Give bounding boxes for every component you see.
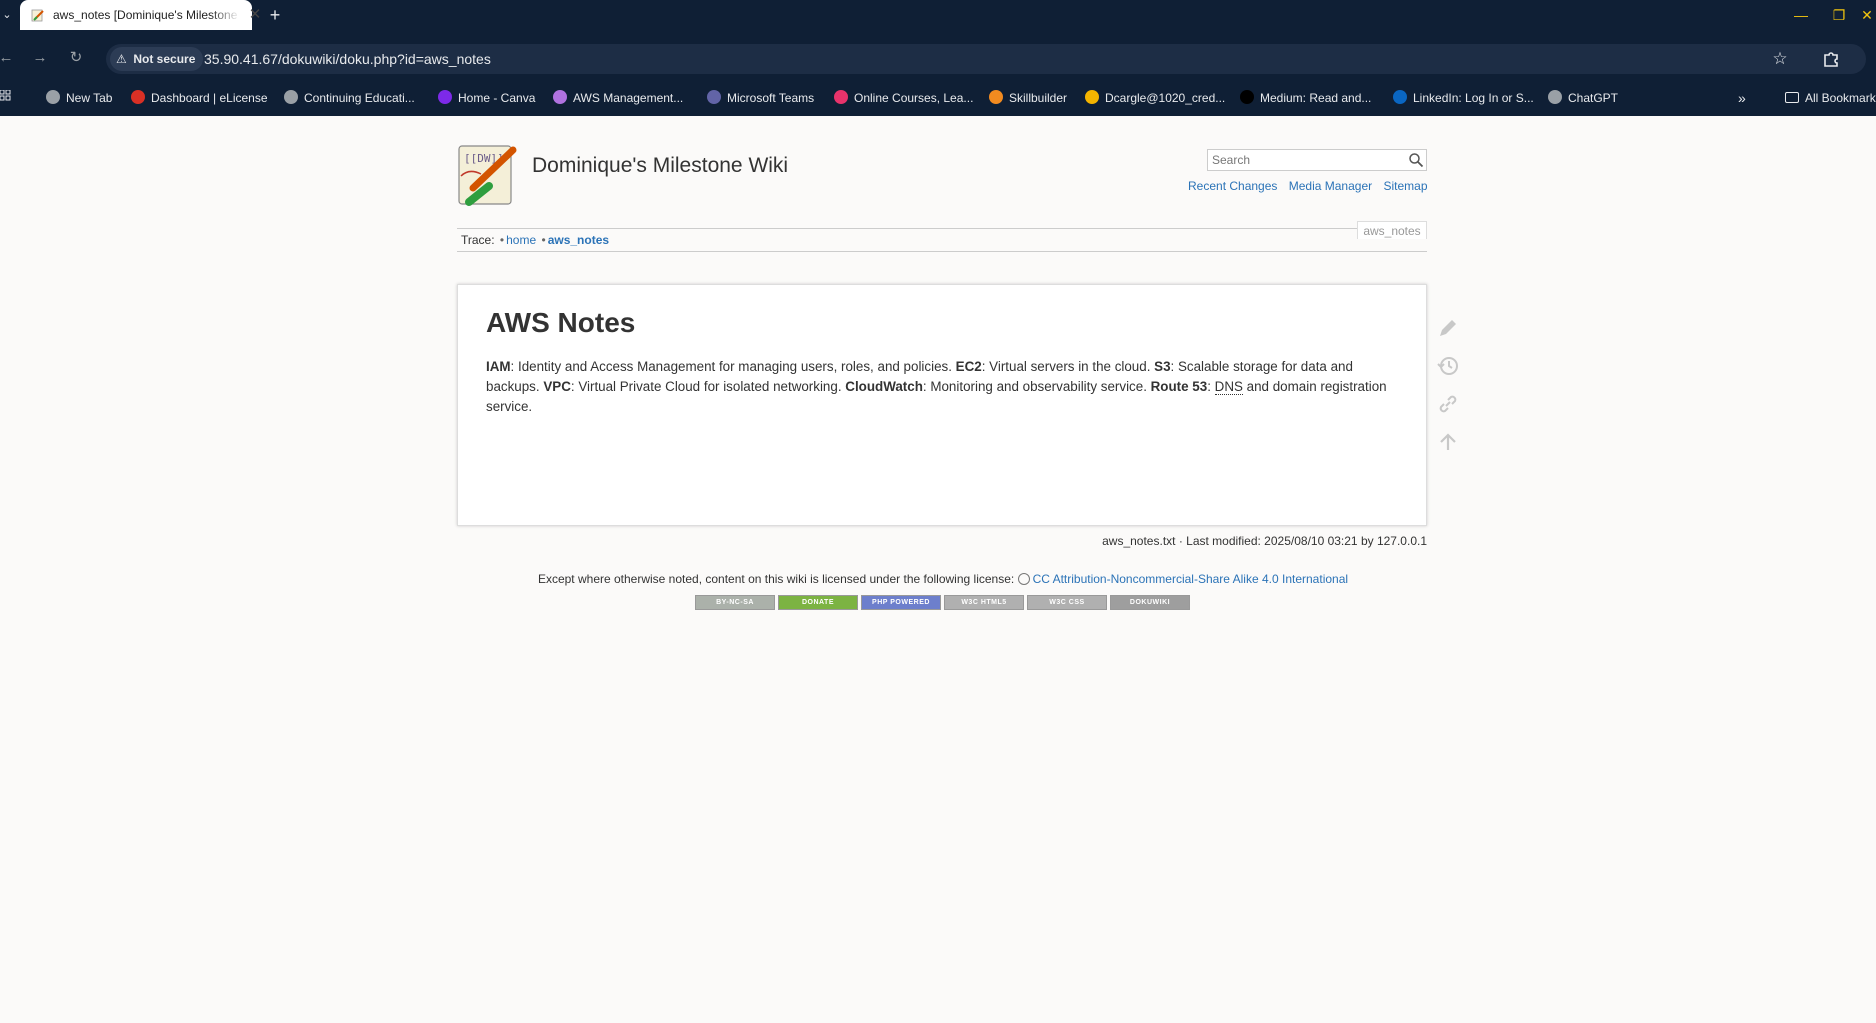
wiki-page: [[DW]] Dominique's Milestone Wiki Recent… — [0, 116, 1876, 1023]
bookmarks-overflow-icon[interactable]: » — [1738, 88, 1746, 108]
tab-strip: ⌄ aws_notes [Dominique's Milestone Wiki]… — [0, 0, 1876, 30]
term: EC2 — [955, 359, 982, 374]
minimize-icon[interactable]: — — [1790, 4, 1812, 26]
bookmark-favicon-icon — [707, 90, 721, 104]
term: S3 — [1154, 359, 1171, 374]
search-icon[interactable] — [1408, 152, 1424, 168]
footer-badge[interactable]: PHP POWERED — [861, 595, 941, 610]
bookmark-item[interactable]: AWS Management... — [553, 88, 683, 108]
header-divider — [457, 228, 1427, 229]
media-manager-link[interactable]: Media Manager — [1289, 179, 1372, 193]
footer-badge[interactable]: BY-NC-SA — [695, 595, 775, 610]
bookmark-favicon-icon — [46, 90, 60, 104]
breadcrumb: Trace: • home • aws_notes — [461, 233, 610, 247]
license-notice: Except where otherwise noted, content on… — [537, 572, 1349, 586]
bookmark-favicon-icon — [1240, 90, 1254, 104]
footer-badge[interactable]: DOKUWIKI — [1110, 595, 1190, 610]
extensions-puzzle-icon[interactable] — [1820, 48, 1842, 70]
term: Route 53 — [1150, 379, 1208, 394]
bookmark-item[interactable]: LinkedIn: Log In or S... — [1393, 88, 1534, 108]
bookmark-favicon-icon — [834, 90, 848, 104]
forward-arrow-icon[interactable]: → — [28, 46, 52, 70]
bookmark-favicon-icon — [438, 90, 452, 104]
bookmark-item[interactable]: New Tab — [46, 88, 112, 108]
page-id-tab: aws_notes — [1357, 221, 1427, 239]
bookmark-favicon-icon — [131, 90, 145, 104]
bookmark-item[interactable]: ChatGPT — [1548, 88, 1618, 108]
bookmark-star-icon[interactable]: ☆ — [1770, 49, 1790, 69]
back-to-top-arrow-icon[interactable] — [1436, 430, 1460, 454]
tab-search-chevron-icon[interactable]: ⌄ — [0, 4, 14, 26]
site-tools: Recent Changes Media Manager Sitemap — [1180, 179, 1428, 193]
bookmark-item[interactable]: Dcargle@1020_cred... — [1085, 88, 1225, 108]
bookmark-favicon-icon — [1393, 90, 1407, 104]
bookmark-item[interactable]: Online Courses, Lea... — [834, 88, 973, 108]
back-arrow-icon[interactable]: ← — [0, 46, 18, 70]
footer-badge[interactable]: W3C CSS — [1027, 595, 1107, 610]
folder-icon — [1785, 92, 1799, 103]
reload-icon[interactable]: ↻ — [64, 46, 88, 70]
address-bar[interactable]: ⚠ Not secure 35.90.41.67/dokuwiki/doku.p… — [106, 44, 1866, 74]
bookmark-item[interactable]: Skillbuilder — [989, 88, 1067, 108]
footer-badge[interactable]: W3C HTML5 — [944, 595, 1024, 610]
backlinks-link-icon[interactable] — [1436, 392, 1460, 416]
term: IAM — [486, 359, 511, 374]
tab-close-icon[interactable]: ✕ — [246, 6, 264, 24]
warning-triangle-icon: ⚠ — [116, 52, 127, 66]
bookmark-item[interactable]: Medium: Read and... — [1240, 88, 1371, 108]
license-link[interactable]: CC Attribution-Noncommercial-Share Alike… — [1033, 572, 1348, 586]
page-paragraph: IAM: Identity and Access Management for … — [486, 359, 1387, 414]
bookmarks-bar: New Tab Dashboard | eLicense Continuing Ed… — [0, 82, 1876, 112]
all-bookmarks-folder[interactable]: All Bookmarks — [1785, 88, 1876, 108]
bookmark-favicon-icon — [553, 90, 567, 104]
search-input[interactable] — [1208, 150, 1402, 170]
window-close-icon[interactable]: ✕ — [1856, 4, 1876, 26]
browser-tab-active[interactable]: aws_notes [Dominique's Milestone Wiki] ✕ — [20, 0, 261, 30]
term: VPC — [543, 379, 571, 394]
page-heading: AWS Notes — [486, 307, 636, 338]
breadcrumb-current[interactable]: aws_notes — [548, 233, 609, 247]
page-docinfo: aws_notes.txt · Last modified: 2025/08/1… — [1102, 534, 1427, 548]
apps-grid-icon[interactable] — [0, 90, 14, 104]
footer-badges: BY-NC-SA DONATE PHP POWERED W3C HTML5 W3C CS… — [695, 595, 1193, 611]
dokuwiki-logo-icon[interactable]: [[DW]] — [455, 142, 523, 210]
revisions-history-icon[interactable] — [1436, 354, 1460, 378]
browser-toolbar: ← → ↻ ⚠ Not secure 35.90.41.67/dokuwiki/… — [0, 30, 1876, 86]
edit-pencil-icon[interactable] — [1436, 316, 1460, 340]
page-content: AWS Notes IAM: Identity and Access Manag… — [457, 284, 1427, 526]
breadcrumb-divider — [457, 251, 1427, 252]
term: CloudWatch — [845, 379, 923, 394]
dokuwiki-favicon-icon — [31, 9, 44, 22]
sitemap-link[interactable]: Sitemap — [1383, 179, 1427, 193]
bookmark-item[interactable]: Dashboard | eLicense — [131, 88, 268, 108]
search-form — [1207, 149, 1427, 171]
recent-changes-link[interactable]: Recent Changes — [1188, 179, 1277, 193]
bookmark-favicon-icon — [284, 90, 298, 104]
dns-abbreviation[interactable]: DNS — [1214, 379, 1243, 395]
site-title[interactable]: Dominique's Milestone Wiki — [532, 154, 788, 178]
maximize-icon[interactable]: ❐ — [1828, 4, 1850, 26]
cc-license-icon — [1017, 573, 1030, 585]
breadcrumb-home[interactable]: home — [506, 233, 536, 247]
bookmark-item[interactable]: Continuing Educati... — [284, 88, 415, 108]
footer-badge[interactable]: DONATE — [778, 595, 858, 610]
browser-chrome: ⌄ aws_notes [Dominique's Milestone Wiki]… — [0, 0, 1876, 116]
security-chip[interactable]: ⚠ Not secure — [110, 47, 204, 71]
new-tab-plus-icon[interactable]: + — [264, 4, 286, 26]
bookmark-favicon-icon — [989, 90, 1003, 104]
security-label: Not secure — [133, 52, 196, 66]
bookmark-favicon-icon — [1548, 90, 1562, 104]
bookmark-favicon-icon — [1085, 90, 1099, 104]
bookmark-item[interactable]: Home - Canva — [438, 88, 535, 108]
url-text[interactable]: 35.90.41.67/dokuwiki/doku.php?id=aws_not… — [204, 51, 491, 67]
bookmark-item[interactable]: Microsoft Teams — [707, 88, 814, 108]
